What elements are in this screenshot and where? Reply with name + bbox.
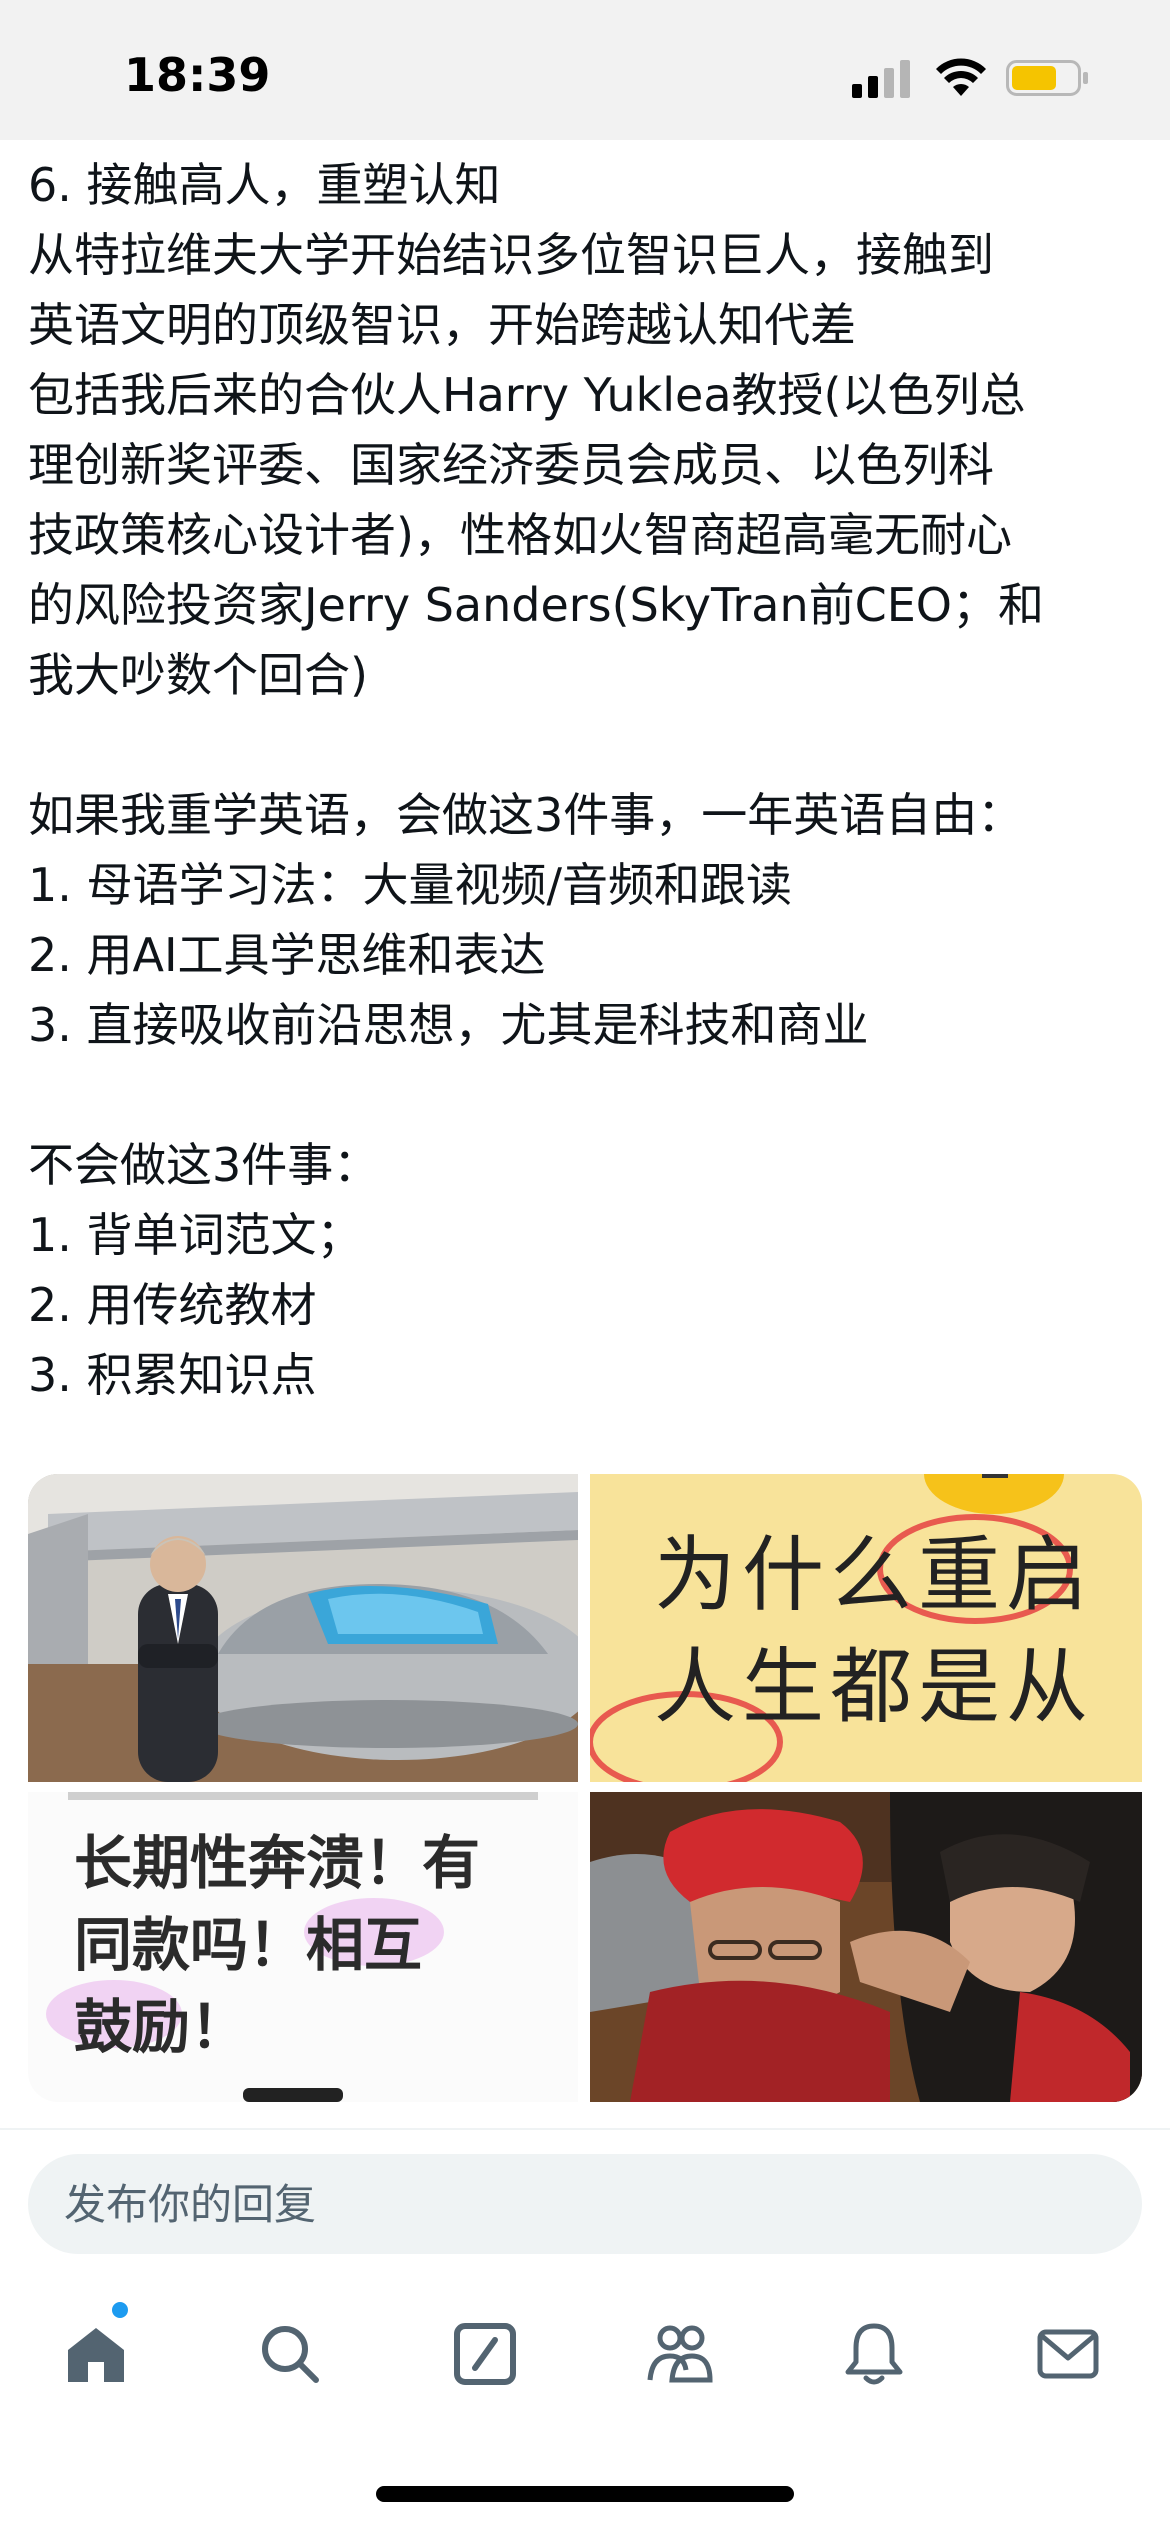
tab-home[interactable]	[46, 2304, 146, 2404]
tweet-line: 不会做这3件事：	[28, 1138, 380, 1192]
headline-text: 为什么重启 人生都是从	[654, 1520, 1142, 1744]
tweet-line: 我大吵数个回合)	[28, 648, 368, 702]
tweet-line: 包括我后来的合伙人Harry Yuklea教授(以色列总	[28, 368, 1026, 422]
text-card-content: 长期性奔溃！有 同款吗！相互 鼓励！	[74, 1822, 578, 2068]
tweet-line: 3. 直接吸收前沿思想，尤其是科技和商业	[28, 998, 869, 1052]
tab-messages[interactable]	[1018, 2304, 1118, 2404]
tweet-line: 英语文明的顶级智识，开始跨越认知代差	[28, 298, 856, 352]
reply-placeholder: 发布你的回复	[64, 2180, 317, 2229]
wifi-icon	[936, 58, 986, 96]
tab-communities[interactable]	[630, 2304, 730, 2404]
new-posts-dot	[112, 2302, 128, 2318]
media-photo-skytran[interactable]	[28, 1474, 578, 1782]
tweet-text: 6. 接触高人，重塑认知 从特拉维夫大学开始结识多位智识巨人，接触到 英语文明的…	[28, 150, 1148, 1410]
tweet-line: 2. 用AI工具学思维和表达	[28, 928, 546, 982]
home-icon	[68, 2328, 124, 2382]
media-grid: 为什么重启 人生都是从 长期性奔溃！有 同款吗！相互 鼓励！	[28, 1474, 1142, 2102]
grok-icon	[454, 2323, 516, 2385]
media-painting[interactable]	[590, 1792, 1142, 2102]
tweet-line: 1. 背单词范文；	[28, 1208, 363, 1262]
tab-grok[interactable]	[435, 2304, 535, 2404]
media-image-headline[interactable]: 为什么重启 人生都是从	[590, 1474, 1142, 1782]
text-card-line-2: 同款吗！相互	[74, 1911, 423, 1979]
tweet-line: 6. 接触高人，重塑认知	[28, 158, 501, 212]
tweet-line: 3. 积累知识点	[28, 1348, 317, 1402]
tweet-line: 1. 母语学习法：大量视频/音频和跟读	[28, 858, 793, 912]
painting-illustration	[590, 1792, 1142, 2102]
bottom-tab-bar	[0, 2290, 1170, 2420]
text-card-line-3: 鼓励！	[74, 1993, 249, 2061]
tab-search[interactable]	[240, 2304, 340, 2404]
reply-input[interactable]: 发布你的回复	[28, 2154, 1142, 2254]
headline-line-1: 为什么重启	[654, 1528, 1095, 1623]
cellular-signal-icon	[852, 60, 910, 98]
divider	[0, 2128, 1170, 2130]
tab-notifications[interactable]	[824, 2304, 924, 2404]
tweet-line: 技政策核心设计者)，性格如火智商超高毫无耐心	[28, 508, 1012, 562]
search-icon	[262, 2326, 319, 2383]
tweet-line: 如果我重学英语，会做这3件事，一年英语自由：	[28, 788, 1024, 842]
status-time: 18:39	[124, 48, 271, 102]
tweet-line: 理创新奖评委、国家经济委员会成员、以色列科	[28, 438, 994, 492]
text-card-line-1: 长期性奔溃！有	[74, 1829, 481, 1897]
skytran-photo-illustration	[28, 1474, 578, 1782]
tweet-line: 从特拉维夫大学开始结识多位智识巨人，接触到	[28, 228, 994, 282]
tweet-line: 2. 用传统教材	[28, 1278, 317, 1332]
tweet-detail-screen: 18:39 6. 接触高人，重塑认知 从特拉维夫大学开始结识多位智识巨人，接触到…	[0, 0, 1170, 2532]
media-image-text-card[interactable]: 长期性奔溃！有 同款吗！相互 鼓励！	[28, 1792, 578, 2102]
notifications-icon	[845, 2323, 903, 2385]
home-indicator	[376, 2486, 794, 2502]
communities-icon	[647, 2325, 713, 2383]
tweet-line: 的风险投资家Jerry Sanders(SkyTran前CEO；和	[28, 578, 1044, 632]
messages-icon	[1037, 2329, 1099, 2379]
status-bar: 18:39	[0, 0, 1170, 140]
battery-icon	[1006, 60, 1088, 96]
headline-line-2: 人生都是从	[654, 1640, 1095, 1735]
